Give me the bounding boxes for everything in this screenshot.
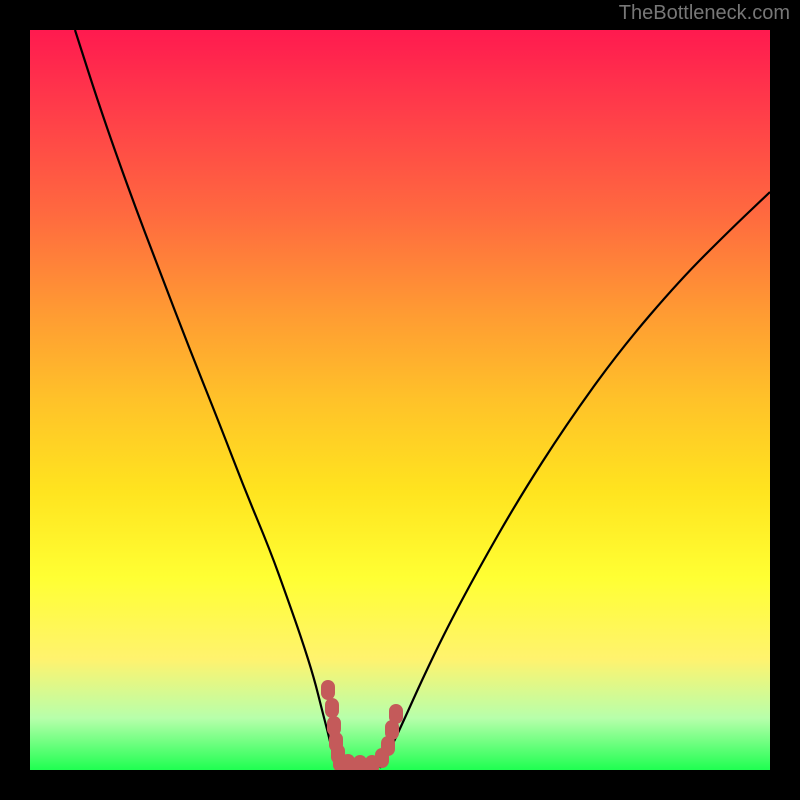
plot-area [30,30,770,770]
curve-left [75,30,340,768]
highlight-dot [325,698,339,718]
highlight-dot [321,680,335,700]
curve-right [380,192,770,768]
watermark-text: TheBottleneck.com [619,2,790,25]
curve-layer [30,30,770,770]
highlight-dot [341,754,355,770]
chart-frame: TheBottleneck.com [0,0,800,800]
valley-highlight [321,680,403,770]
highlight-dot [353,755,367,770]
highlight-dot [389,704,403,724]
